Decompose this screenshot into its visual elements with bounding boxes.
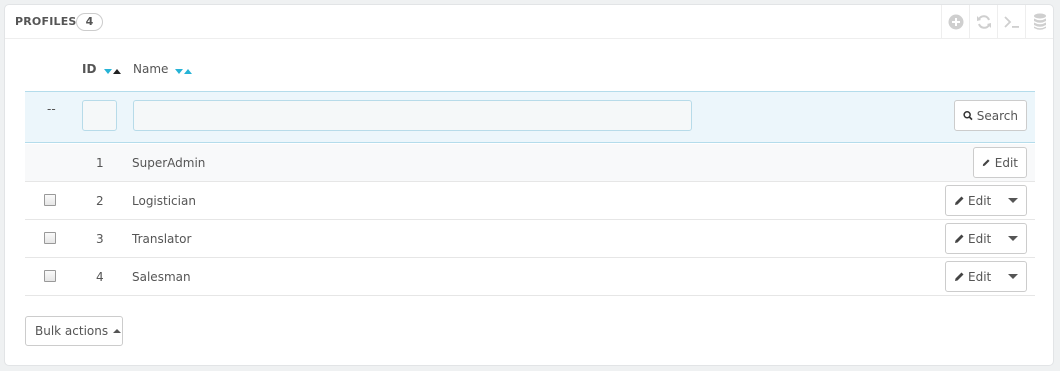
row-id: 2 <box>96 194 104 208</box>
id-filter-input[interactable] <box>82 100 117 131</box>
export-database-icon <box>1033 13 1046 30</box>
edit-button[interactable]: Edit <box>973 147 1027 178</box>
row-action-group: Edit <box>945 261 1027 292</box>
pencil-icon <box>955 196 964 205</box>
row-name: Logistician <box>132 194 196 208</box>
table-row: 2 Logistician Edit <box>25 182 1035 220</box>
caret-down-icon <box>1007 236 1018 241</box>
pencil-icon <box>982 159 990 167</box>
name-column-header: Name <box>133 62 193 77</box>
sort-asc-icon[interactable] <box>112 68 121 74</box>
sort-desc-icon[interactable] <box>175 68 184 74</box>
edit-button-label: Edit <box>968 193 992 208</box>
panel-title: PROFILES <box>15 15 77 28</box>
edit-button-label: Edit <box>968 269 992 284</box>
profiles-panel: PROFILES 4 ID Name -- Search 1 SuperAdmi… <box>4 4 1054 366</box>
filter-checkbox-placeholder: -- <box>47 102 56 116</box>
table-row: 4 Salesman Edit <box>25 258 1035 296</box>
row-checkbox[interactable] <box>44 270 56 282</box>
sort-asc-icon[interactable] <box>184 68 193 74</box>
row-actions-dropdown-toggle[interactable] <box>1000 224 1026 253</box>
row-name: Translator <box>132 232 192 246</box>
caret-up-icon <box>113 329 122 333</box>
name-sort-controls <box>175 63 193 77</box>
pencil-icon <box>955 272 964 281</box>
panel-heading: PROFILES 4 <box>5 5 1053 39</box>
export-button[interactable] <box>1025 5 1053 39</box>
row-actions-dropdown-toggle[interactable] <box>1000 186 1026 215</box>
pencil-icon <box>955 234 964 243</box>
row-checkbox[interactable] <box>44 232 56 244</box>
row-actions-dropdown-toggle[interactable] <box>1000 262 1026 291</box>
row-id: 1 <box>96 156 104 170</box>
filter-row: -- Search <box>25 91 1035 143</box>
row-id: 4 <box>96 270 104 284</box>
id-column-label: ID <box>82 62 97 76</box>
table-header: ID Name <box>25 62 1035 86</box>
bulk-actions-label: Bulk actions <box>35 324 109 338</box>
table-row: 3 Translator Edit <box>25 220 1035 258</box>
add-icon <box>948 14 963 30</box>
edit-button-label: Edit <box>994 155 1018 170</box>
row-id: 3 <box>96 232 104 246</box>
sql-query-button[interactable] <box>997 5 1025 39</box>
row-name: Salesman <box>132 270 191 284</box>
id-sort-controls <box>103 63 122 77</box>
search-icon <box>963 110 973 121</box>
edit-button-label: Edit <box>968 231 992 246</box>
row-action-group: Edit <box>945 223 1027 254</box>
add-new-button[interactable] <box>941 5 969 39</box>
caret-down-icon <box>1007 198 1018 203</box>
refresh-list-button[interactable] <box>969 5 997 39</box>
edit-button[interactable]: Edit <box>946 224 1000 253</box>
sql-query-icon <box>1003 16 1019 28</box>
profiles-count-badge: 4 <box>76 13 103 31</box>
row-name: SuperAdmin <box>132 156 206 170</box>
edit-button[interactable]: Edit <box>946 262 1000 291</box>
table-row: 1 SuperAdmin Edit <box>25 144 1035 182</box>
row-action-group: Edit <box>945 185 1027 216</box>
panel-toolbar <box>941 5 1053 39</box>
sort-desc-icon[interactable] <box>103 68 112 74</box>
name-column-label: Name <box>133 62 169 76</box>
search-button[interactable]: Search <box>954 100 1027 131</box>
edit-button[interactable]: Edit <box>946 186 1000 215</box>
row-checkbox[interactable] <box>44 194 56 206</box>
search-button-label: Search <box>976 108 1018 123</box>
name-filter-input[interactable] <box>133 100 692 131</box>
id-column-header: ID <box>82 62 122 77</box>
refresh-icon <box>976 15 991 29</box>
caret-down-icon <box>1007 274 1018 279</box>
bulk-actions-button[interactable]: Bulk actions <box>25 316 123 346</box>
